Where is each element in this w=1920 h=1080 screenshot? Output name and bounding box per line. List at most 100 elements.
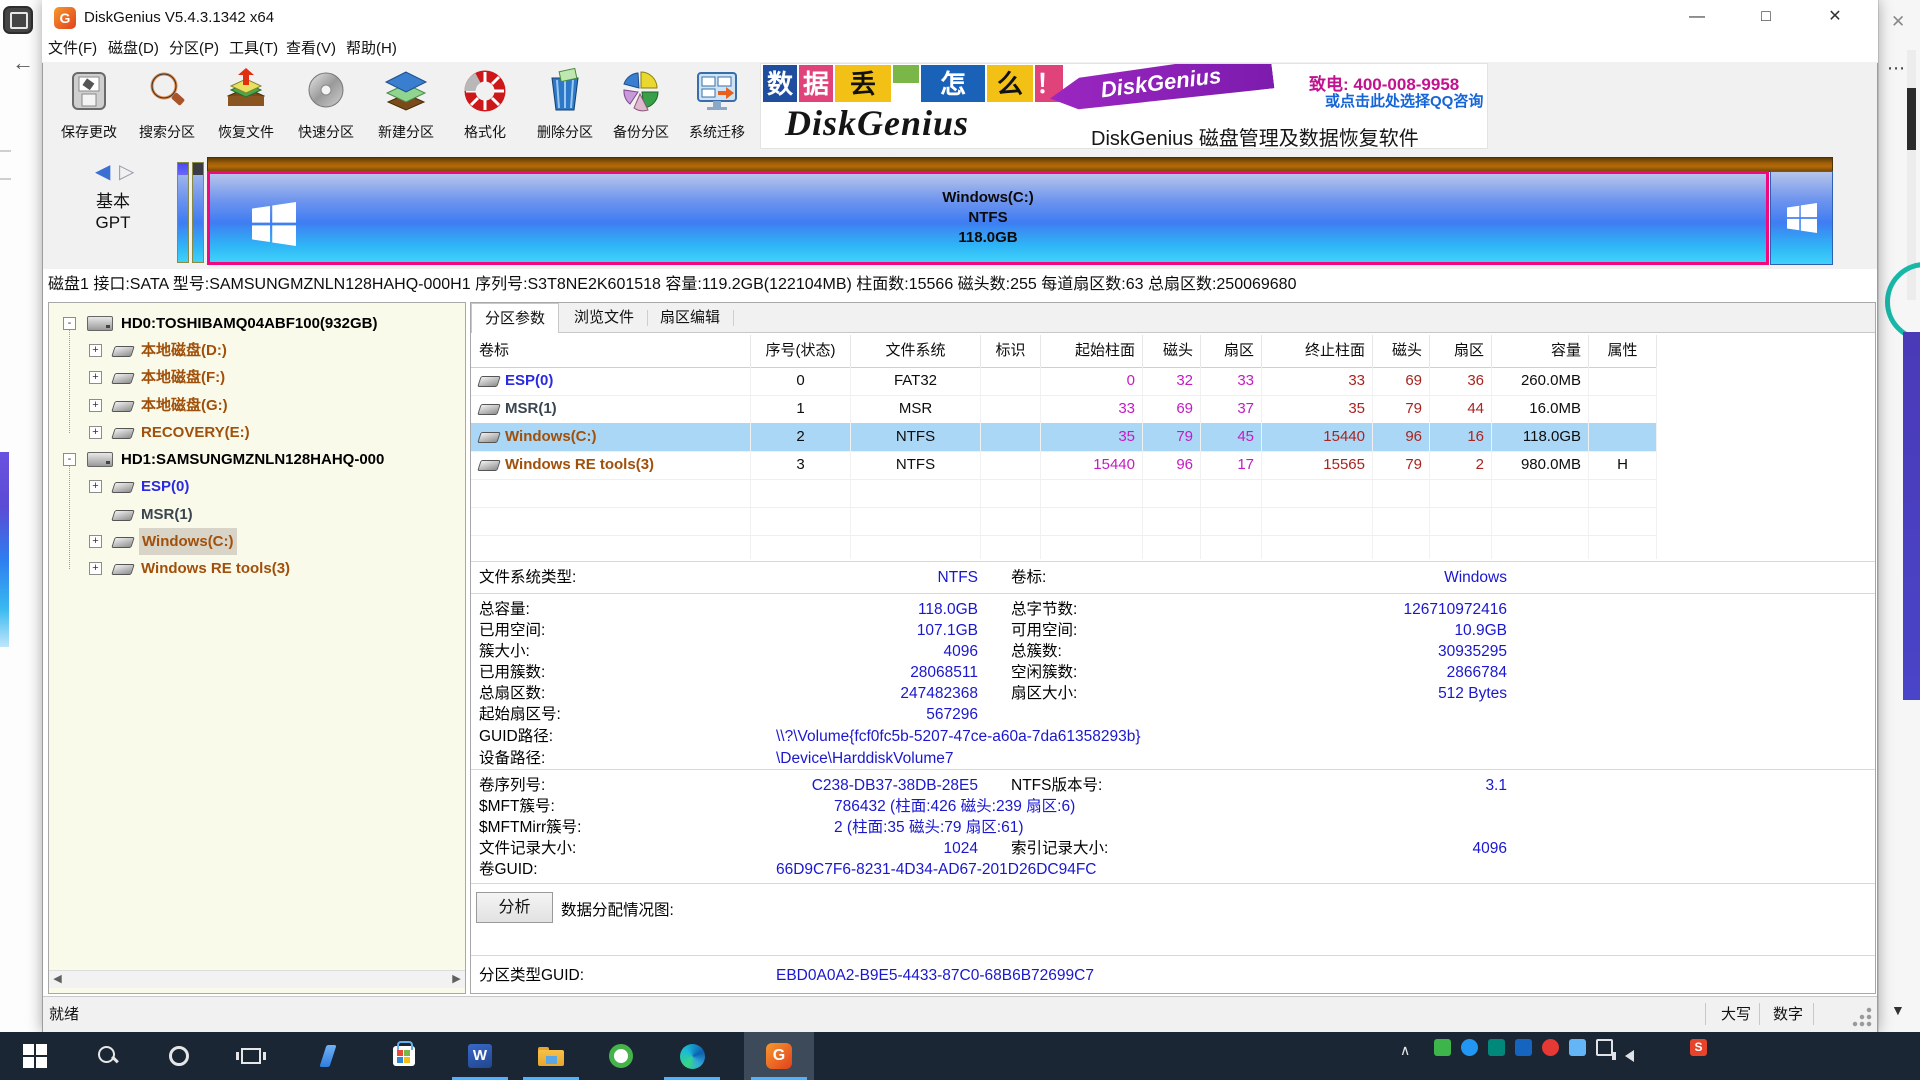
file-explorer-icon[interactable] xyxy=(527,1040,575,1072)
search-partition-button[interactable]: 搜索分区 xyxy=(131,68,203,142)
selected-tree-label: Windows(C:) xyxy=(139,528,237,555)
menu-partition[interactable]: 分区(P) xyxy=(165,38,223,60)
partition-bar-esp[interactable] xyxy=(177,162,189,263)
tree-item-recovery-e[interactable]: + RECOVERY(E:) xyxy=(49,419,465,446)
scroll-left-icon[interactable]: ◀ xyxy=(49,971,66,988)
tray-icon-green[interactable] xyxy=(1434,1039,1451,1056)
tray-icon-power[interactable] xyxy=(1596,1039,1613,1056)
background-window-right: ✕ ⋯ ▼ xyxy=(1878,0,1920,1032)
detail-row: 簇大小:4096 总簇数:30935295 xyxy=(479,641,1869,662)
start-button[interactable] xyxy=(11,1040,59,1072)
expand-icon[interactable]: + xyxy=(89,562,102,575)
background-window-left: ← xyxy=(0,0,43,1032)
diskgenius-taskbar-icon[interactable]: G xyxy=(755,1040,803,1072)
maximize-button[interactable]: □ xyxy=(1743,1,1789,35)
more-options-icon[interactable]: ⋯ xyxy=(1887,58,1906,79)
system-migrate-button[interactable]: 系统迁移 xyxy=(681,68,753,142)
pinned-app-icon[interactable] xyxy=(304,1040,352,1072)
browser-360-icon[interactable] xyxy=(597,1040,645,1072)
save-changes-button[interactable]: 保存更改 xyxy=(53,68,125,142)
collapse-icon[interactable]: - xyxy=(63,453,76,466)
tab-browse-files[interactable]: 浏览文件 xyxy=(563,303,645,333)
partition-bar-msr[interactable] xyxy=(192,162,204,263)
menu-disk[interactable]: 磁盘(D) xyxy=(104,38,163,60)
tray-icon-qq[interactable] xyxy=(1515,1039,1532,1056)
collapse-icon[interactable]: - xyxy=(63,317,76,330)
expand-icon[interactable]: + xyxy=(89,426,102,439)
tree-item-windows-c[interactable]: + Windows(C:) xyxy=(49,528,465,555)
backup-partition-button[interactable]: 备份分区 xyxy=(605,68,677,142)
prev-disk-arrow-icon[interactable]: ◀ xyxy=(95,159,110,184)
tree-item-windows-re[interactable]: + Windows RE tools(3) xyxy=(49,555,465,582)
detail-row: 卷序列号:C238-DB37-38DB-28E5 NTFS版本号:3.1 xyxy=(479,775,1869,796)
close-button[interactable]: ✕ xyxy=(1812,1,1858,35)
tree-item-hd0[interactable]: - HD0:TOSHIBAMQ04ABF100(932GB) xyxy=(49,310,465,337)
table-row-msr[interactable]: MSR(1) 1 MSR 33 69 37 35 79 44 16.0MB xyxy=(471,395,1657,424)
tree-item-local-g[interactable]: + 本地磁盘(G:) xyxy=(49,392,465,419)
menu-view[interactable]: 查看(V) xyxy=(282,38,340,60)
expand-icon[interactable]: + xyxy=(89,399,102,412)
back-arrow-icon[interactable]: ← xyxy=(12,50,34,76)
delete-partition-button[interactable]: 删除分区 xyxy=(529,68,601,142)
edge-icon[interactable] xyxy=(668,1040,716,1072)
scroll-right-icon[interactable]: ▶ xyxy=(448,971,465,988)
tray-icon-sogou[interactable]: S xyxy=(1690,1039,1707,1056)
status-numlock: 数字 xyxy=(1773,1003,1803,1024)
partition-icon xyxy=(477,404,501,415)
tab-sector-edit[interactable]: 扇区编辑 xyxy=(649,303,731,333)
minimize-button[interactable]: — xyxy=(1674,1,1720,35)
disk-table-label: GPT xyxy=(73,213,153,233)
tray-icon-blue-circle[interactable] xyxy=(1461,1039,1478,1056)
table-row-esp[interactable]: ESP(0) 0 FAT32 0 32 33 33 69 36 260.0MB xyxy=(471,367,1657,396)
quick-partition-button[interactable]: 快速分区 xyxy=(290,68,362,142)
tree-horizontal-scrollbar[interactable]: ◀ ▶ xyxy=(49,970,465,988)
expand-icon[interactable]: + xyxy=(89,344,102,357)
detail-row-volume-guid: 卷GUID:66D9C7F6-8231-4D34-AD67-201D26DC94… xyxy=(479,859,1869,880)
tray-icon-teal[interactable] xyxy=(1488,1039,1505,1056)
analyze-button[interactable]: 分析 xyxy=(476,892,553,923)
table-row-windows-re[interactable]: Windows RE tools(3) 3 NTFS 15440 96 17 1… xyxy=(471,451,1657,480)
taskbar-search-icon[interactable] xyxy=(84,1040,132,1072)
table-row-empty xyxy=(471,507,1657,536)
partition-tree: - HD0:TOSHIBAMQ04ABF100(932GB) + 本地磁盘(D:… xyxy=(48,302,466,994)
expand-icon[interactable]: + xyxy=(89,480,102,493)
banner-tile: 怎 xyxy=(921,65,985,102)
cortana-icon[interactable] xyxy=(155,1040,203,1072)
volume-icon[interactable] xyxy=(1612,1040,1646,1072)
menu-file[interactable]: 文件(F) xyxy=(44,38,101,60)
new-partition-button[interactable]: 新建分区 xyxy=(370,68,442,142)
resize-grip[interactable] xyxy=(1851,1006,1873,1028)
tree-item-local-f[interactable]: + 本地磁盘(F:) xyxy=(49,364,465,391)
expand-icon[interactable]: + xyxy=(89,535,102,548)
format-button[interactable]: 格式化 xyxy=(449,68,521,142)
recover-files-button[interactable]: 恢复文件 xyxy=(210,68,282,142)
recover-files-icon xyxy=(223,68,269,114)
background-close-icon[interactable]: ✕ xyxy=(1891,12,1905,32)
partition-icon xyxy=(111,401,135,412)
menu-tools[interactable]: 工具(T) xyxy=(225,38,282,60)
tray-expand-icon[interactable]: ∧ xyxy=(1400,1042,1410,1059)
tray-icon-snowflake[interactable] xyxy=(1569,1039,1586,1056)
tab-partition-params[interactable]: 分区参数 xyxy=(471,303,559,333)
tree-item-esp[interactable]: + ESP(0) xyxy=(49,473,465,500)
promo-banner[interactable]: 数 据 丢 怎 么 ！ DiskGenius DiskGenius 致电: 40… xyxy=(760,63,1488,149)
partition-bar-windows-re[interactable] xyxy=(1770,171,1833,265)
partition-label: Windows(C:) NTFS 118.0GB xyxy=(210,188,1766,248)
next-disk-arrow-icon[interactable]: ▷ xyxy=(119,159,134,184)
menu-help[interactable]: 帮助(H) xyxy=(342,38,401,60)
tree-item-msr[interactable]: MSR(1) xyxy=(49,501,465,528)
partition-bar-windows-c[interactable]: Windows(C:) NTFS 118.0GB xyxy=(207,171,1769,265)
detail-row-mftmirr: $MFTMirr簇号:2 (柱面:35 磁头:79 扇区:61) xyxy=(479,817,1869,838)
partition-icon xyxy=(111,510,135,521)
detail-row-guid-path: GUID路径:\\?\Volume{fcf0fc5b-5207-47ce-a60… xyxy=(479,726,1869,747)
microsoft-store-icon[interactable] xyxy=(380,1040,428,1072)
word-icon[interactable]: W xyxy=(456,1040,504,1072)
tree-item-hd1[interactable]: - HD1:SAMSUNGMZNLN128HAHQ-000 xyxy=(49,446,465,473)
tree-item-local-d[interactable]: + 本地磁盘(D:) xyxy=(49,337,465,364)
tray-icon-red[interactable] xyxy=(1542,1039,1559,1056)
table-row-windows-c-selected[interactable]: Windows(C:) 2 NTFS 35 79 45 15440 96 16 … xyxy=(471,423,1657,452)
scroll-down-icon[interactable]: ▼ xyxy=(1891,1002,1905,1018)
expand-icon[interactable]: + xyxy=(89,371,102,384)
task-view-icon[interactable] xyxy=(227,1040,275,1072)
banner-qq-link[interactable]: 或点击此处选择QQ咨询 xyxy=(1325,90,1483,111)
